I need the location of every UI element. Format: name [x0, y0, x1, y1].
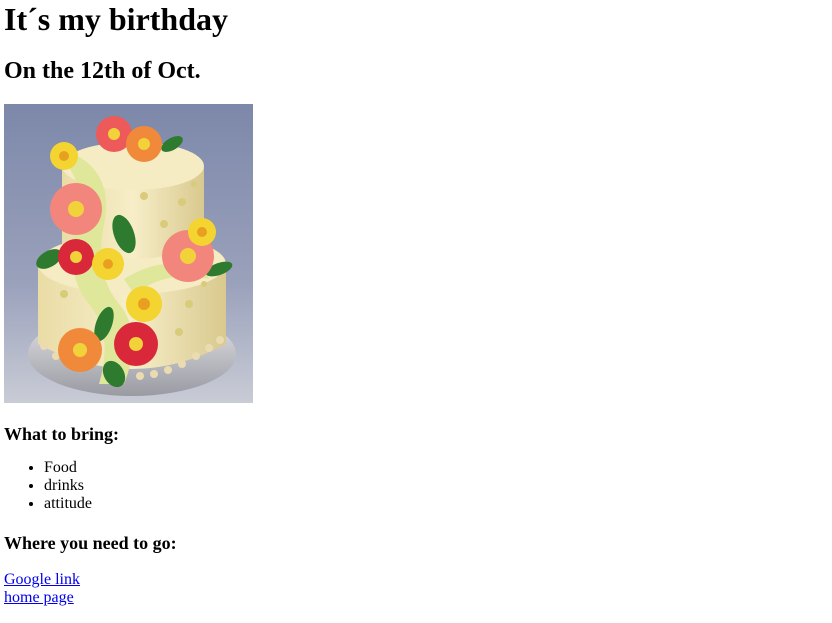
bring-list: Food drinks attitude — [4, 459, 828, 513]
google-link[interactable]: Google link — [4, 571, 80, 589]
home-page-link[interactable]: home page — [4, 589, 74, 607]
list-item: drinks — [44, 477, 828, 495]
page-subtitle: On the 12th of Oct. — [4, 58, 201, 84]
page: It´s my birthday On the 12th of Oct. Wha… — [0, 0, 832, 607]
list-item: attitude — [44, 495, 828, 513]
links: Google link home page — [4, 571, 828, 607]
bring-heading: What to bring: — [4, 424, 120, 444]
list-item: Food — [44, 459, 828, 477]
cake-image — [4, 104, 253, 403]
where-heading: Where you need to go: — [4, 533, 177, 553]
page-title: It´s my birthday — [4, 1, 229, 37]
